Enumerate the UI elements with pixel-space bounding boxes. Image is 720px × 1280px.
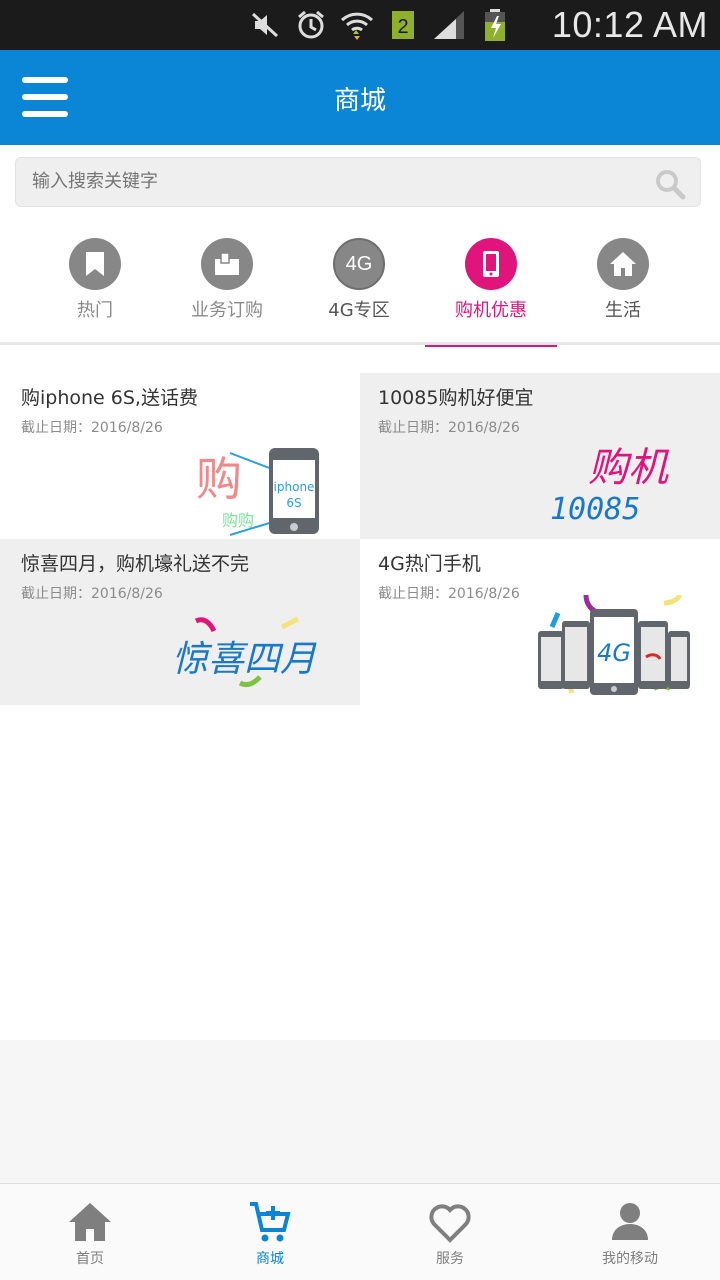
4g-icon: 4G (333, 238, 385, 290)
nav-my-mobile[interactable]: 我的移动 (540, 1184, 720, 1280)
promo-card-10085[interactable]: 10085购机好便宜 截止日期：2016/8/26 购机 10085 (360, 373, 720, 539)
promo-title: 购iphone 6S,送话费 (21, 387, 198, 409)
search-icon[interactable] (654, 168, 686, 200)
svg-text:购机: 购机 (588, 445, 670, 491)
battery-icon (478, 8, 512, 42)
app-bar: 商城 (0, 50, 720, 145)
status-bar: 2 10:12 AM (0, 0, 720, 50)
promo-date: 截止日期：2016/8/26 (378, 586, 520, 602)
folder-icon (201, 238, 253, 290)
tab-label: 购机优惠 (455, 300, 527, 321)
home-icon (66, 1200, 114, 1244)
main-content: 热门 业务订购 4G 4G专区 购机优惠 生活 (0, 145, 720, 1040)
tab-phone-deals[interactable]: 购机优惠 (425, 237, 557, 347)
cart-icon (246, 1200, 294, 1244)
bookmark-icon (69, 238, 121, 290)
promo-card-4g-phones[interactable]: 4G热门手机 截止日期：2016/8/26 4G (360, 539, 720, 705)
bottom-nav: 首页 商城 服务 我的移动 (0, 1183, 720, 1280)
svg-text:4G: 4G (597, 639, 631, 667)
promo-art-iphone: 购 购购 iphone 6S (196, 448, 319, 536)
heart-icon (426, 1200, 474, 1244)
search-input[interactable] (32, 171, 632, 192)
nav-home[interactable]: 首页 (0, 1184, 180, 1280)
tab-hot[interactable]: 热门 (29, 237, 161, 347)
svg-text:惊喜四月: 惊喜四月 (172, 639, 317, 680)
promo-date: 截止日期：2016/8/26 (378, 420, 520, 436)
phone-icon (465, 238, 517, 290)
promo-art-4g-phones: 4G (538, 595, 690, 695)
nav-label: 商城 (256, 1251, 284, 1267)
status-time: 10:12 AM (551, 4, 708, 45)
divider (0, 342, 720, 345)
promo-title: 10085购机好便宜 (378, 387, 534, 409)
svg-text:2: 2 (397, 16, 408, 38)
promo-title: 惊喜四月，购机壕礼送不完 (21, 553, 250, 575)
search-bar[interactable] (15, 157, 701, 207)
svg-text:iphone: iphone (274, 480, 315, 494)
promo-art-10085: 购机 10085 (550, 445, 670, 525)
promo-card-april[interactable]: 惊喜四月，购机壕礼送不完 截止日期：2016/8/26 惊喜四月 (0, 539, 360, 705)
promo-card-iphone[interactable]: 购iphone 6S,送话费 截止日期：2016/8/26 购 购购 iphon… (0, 373, 360, 539)
tab-business[interactable]: 业务订购 (161, 237, 293, 347)
nav-mall[interactable]: 商城 (180, 1184, 360, 1280)
svg-text:6S: 6S (286, 496, 301, 510)
home-icon (597, 238, 649, 290)
svg-text:购: 购 (196, 452, 242, 506)
tab-label: 业务订购 (191, 300, 263, 321)
promo-title: 4G热门手机 (378, 553, 481, 575)
nav-label: 我的移动 (602, 1251, 658, 1267)
nav-label: 首页 (76, 1251, 104, 1267)
promo-art-april: 惊喜四月 (172, 616, 317, 688)
user-icon (606, 1200, 654, 1244)
tab-4g[interactable]: 4G 4G专区 (293, 237, 425, 347)
mute-icon (248, 8, 282, 42)
sim-icon: 2 (386, 8, 420, 42)
tab-life[interactable]: 生活 (557, 237, 689, 347)
svg-text:10085: 10085 (550, 492, 640, 525)
signal-icon (432, 8, 466, 42)
nav-label: 服务 (436, 1251, 464, 1267)
svg-text:购购: 购购 (222, 511, 254, 530)
promo-date: 截止日期：2016/8/26 (21, 586, 163, 602)
tab-label: 热门 (77, 300, 113, 321)
alarm-icon (294, 8, 328, 42)
category-tabs: 热门 业务订购 4G 4G专区 购机优惠 生活 (0, 237, 720, 347)
tab-label: 生活 (605, 300, 641, 321)
promo-date: 截止日期：2016/8/26 (21, 420, 163, 436)
wifi-icon (340, 8, 374, 42)
tab-label: 4G专区 (328, 300, 390, 321)
nav-service[interactable]: 服务 (360, 1184, 540, 1280)
page-title: 商城 (333, 86, 386, 116)
